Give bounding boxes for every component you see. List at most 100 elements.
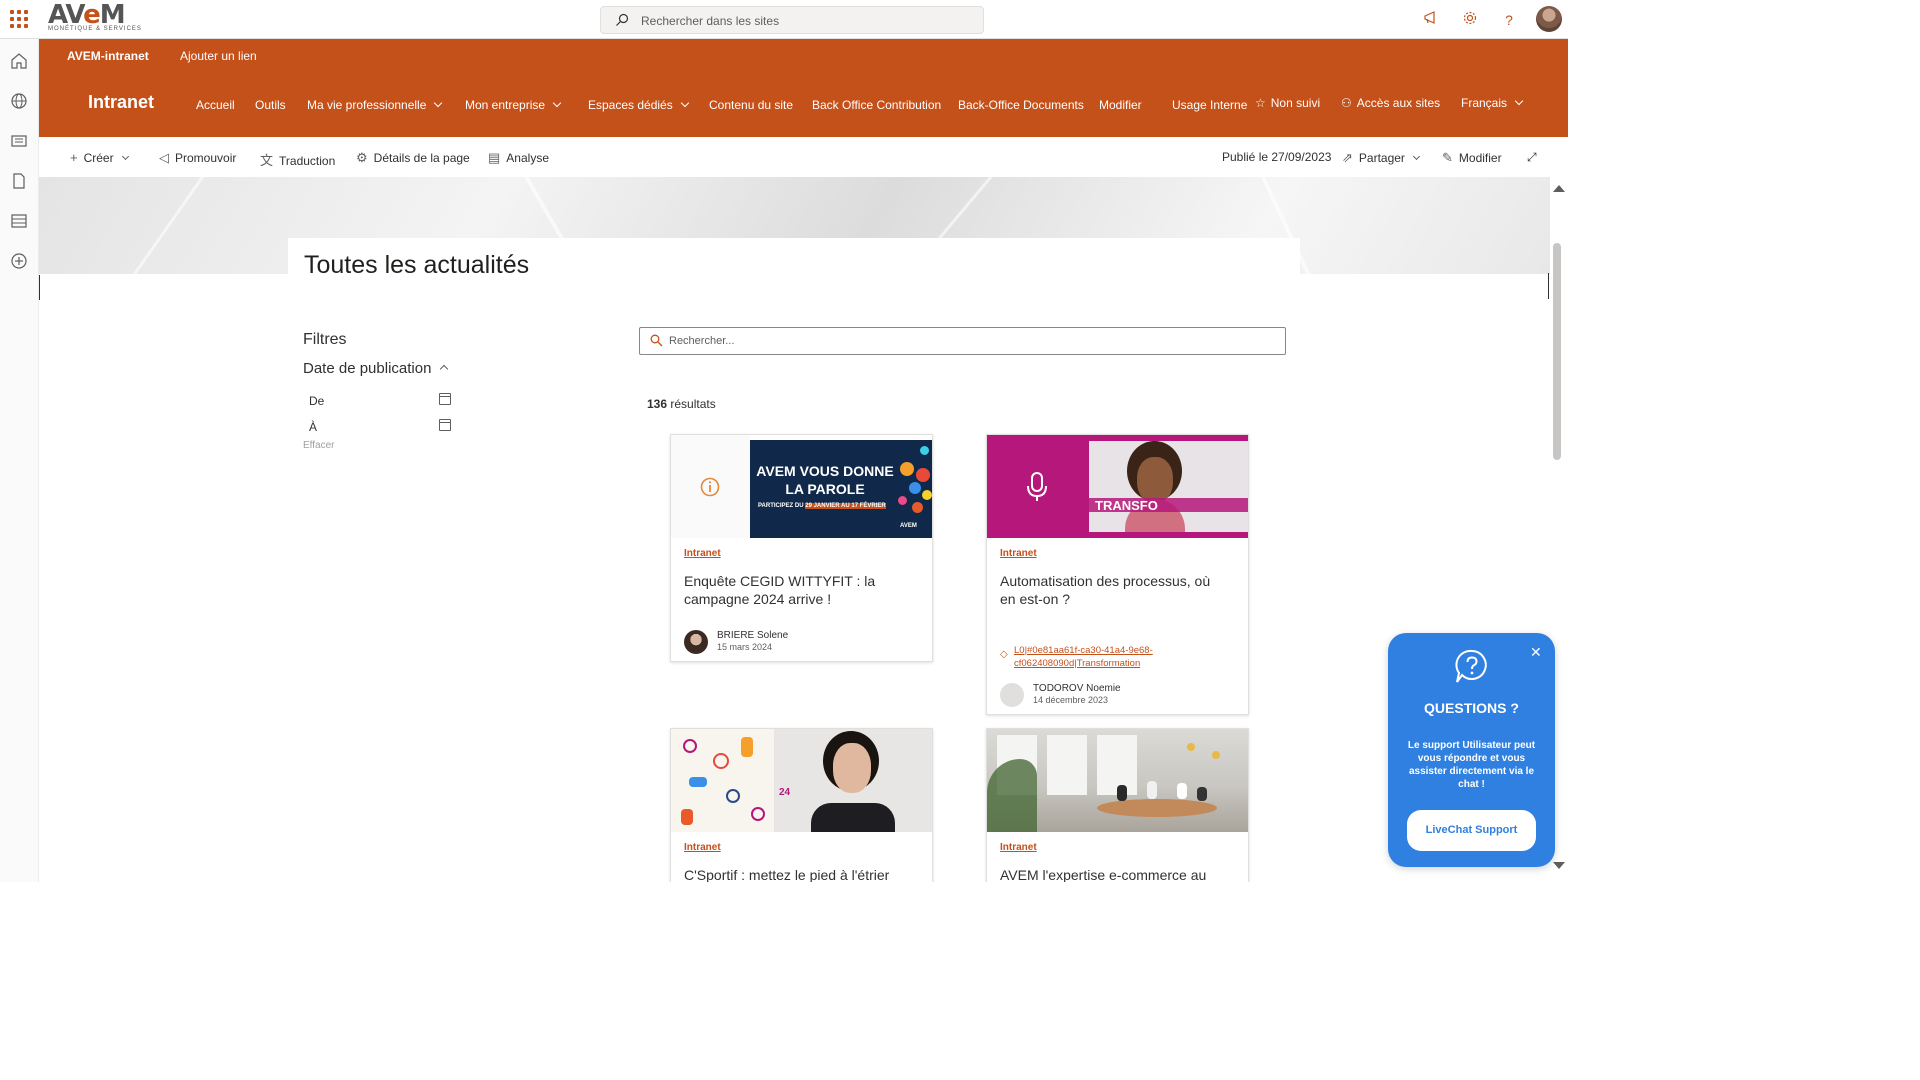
calendar-icon[interactable] bbox=[439, 419, 451, 431]
search-icon bbox=[616, 13, 629, 26]
news-icon[interactable] bbox=[10, 132, 28, 150]
chart-icon: ▤ bbox=[488, 150, 501, 165]
card-title[interactable]: C'Sportif : mettez le pied à l'étrier bbox=[684, 866, 904, 882]
publish-date: 15 mars 2024 bbox=[717, 642, 773, 652]
card-category[interactable]: Intranet bbox=[1000, 548, 1037, 559]
microphone-icon bbox=[1027, 472, 1047, 501]
list-icon[interactable] bbox=[10, 212, 28, 230]
page-details-button[interactable]: ⚙ Détails de la page bbox=[356, 150, 470, 166]
chevron-down-icon bbox=[121, 152, 129, 161]
card-title[interactable]: Automatisation des processus, où en est-… bbox=[1000, 572, 1220, 608]
promote-button[interactable]: ◁ Promouvoir bbox=[159, 150, 236, 166]
home-icon[interactable] bbox=[10, 52, 28, 70]
nav-back-office-documents[interactable]: Back-Office Documents bbox=[958, 98, 1084, 112]
card-title[interactable]: AVEM l'expertise e-commerce au bbox=[1000, 866, 1220, 882]
author-name: BRIERE Solene bbox=[717, 630, 789, 641]
left-app-rail bbox=[0, 39, 39, 882]
translate-button[interactable]: 文 Traduction bbox=[260, 150, 335, 169]
help-icon[interactable]: ? bbox=[1499, 10, 1519, 30]
edit-button[interactable]: ✎ Modifier bbox=[1442, 150, 1502, 166]
thumb-label: TRANSFO bbox=[1095, 498, 1158, 513]
app-launcher-icon[interactable] bbox=[10, 10, 28, 28]
author-name: TODOROV Noemie bbox=[1033, 683, 1121, 694]
support-chat-widget: ✕ QUESTIONS ? Le support Utilisateur peu… bbox=[1388, 633, 1555, 867]
card-category[interactable]: Intranet bbox=[1000, 842, 1037, 853]
add-link-button[interactable]: Ajouter un lien bbox=[180, 49, 257, 63]
nav-ma-vie-professionnelle[interactable]: Ma vie professionnelle bbox=[307, 98, 443, 112]
nav-outils[interactable]: Outils bbox=[255, 98, 286, 112]
search-icon bbox=[650, 334, 663, 347]
nav-modifier[interactable]: Modifier bbox=[1099, 98, 1142, 112]
gear-icon: ⚙ bbox=[356, 150, 368, 165]
megaphone-icon[interactable] bbox=[1421, 10, 1441, 30]
site-title[interactable]: Intranet bbox=[88, 92, 154, 113]
card-category[interactable]: Intranet bbox=[684, 548, 721, 559]
news-card[interactable]: AVEM VOUS DONNE LA PAROLE PARTICIPEZ DU … bbox=[670, 434, 933, 662]
scroll-down-arrow-icon[interactable] bbox=[1553, 862, 1565, 869]
nav-contenu-du-site[interactable]: Contenu du site bbox=[709, 98, 793, 112]
question-bubble-icon bbox=[1455, 649, 1487, 683]
thumb-line-2: LA PAROLE bbox=[785, 481, 865, 497]
to-date-label: À bbox=[309, 420, 318, 434]
sites-access-button[interactable]: ⚇ Accès aux sites bbox=[1341, 96, 1440, 110]
card-thumbnail: TRANSFO bbox=[987, 435, 1248, 538]
filters-heading: Filtres bbox=[303, 331, 347, 348]
chevron-up-icon bbox=[440, 364, 449, 374]
expand-icon[interactable]: ⤢ bbox=[1527, 150, 1537, 165]
gear-icon[interactable] bbox=[1460, 10, 1480, 30]
follow-button[interactable]: ☆ Non suivi bbox=[1255, 96, 1320, 110]
plus-icon: + bbox=[70, 150, 78, 165]
news-card[interactable]: 24 Intranet C'Sportif : mettez le pied à… bbox=[670, 728, 933, 882]
calendar-icon[interactable] bbox=[439, 393, 451, 405]
company-logo[interactable]: AVeM MONÉTIQUE & SERVICES bbox=[48, 2, 158, 36]
results-count: 136 résultats bbox=[647, 397, 716, 411]
nav-back-office-contribution[interactable]: Back Office Contribution bbox=[812, 98, 941, 112]
translate-icon: 文 bbox=[260, 153, 274, 168]
user-avatar[interactable] bbox=[1536, 6, 1562, 32]
thumb-line-1: AVEM VOUS DONNE bbox=[756, 463, 894, 479]
nav-espaces-dedies[interactable]: Espaces dédiés bbox=[588, 98, 689, 112]
livechat-support-button[interactable]: LiveChat Support bbox=[1407, 810, 1536, 851]
thumb-logo: AVEM bbox=[900, 523, 917, 529]
add-circle-icon[interactable] bbox=[10, 252, 28, 270]
logo-tagline: MONÉTIQUE & SERVICES bbox=[48, 26, 142, 32]
hub-site-link[interactable]: AVEM-intranet bbox=[67, 49, 149, 63]
search-placeholder: Rechercher dans les sites bbox=[641, 14, 780, 28]
search-placeholder: Rechercher... bbox=[669, 335, 735, 347]
command-bar: + Créer ◁ Promouvoir 文 Traduction ⚙ Détails … bbox=[39, 137, 1568, 177]
chat-title: QUESTIONS ? bbox=[1424, 700, 1519, 716]
date-filter-toggle[interactable]: Date de publication bbox=[303, 360, 449, 377]
chat-description: Le support Utilisateur peut vous répondr… bbox=[1407, 740, 1536, 790]
usage-label: Usage Interne bbox=[1172, 98, 1248, 112]
app-root: AVeM MONÉTIQUE & SERVICES Rechercher dan… bbox=[0, 0, 1568, 882]
news-search-input[interactable]: Rechercher... bbox=[639, 327, 1286, 355]
share-button[interactable]: ⇗ Partager bbox=[1342, 150, 1420, 166]
people-icon: ⚇ bbox=[1341, 96, 1352, 110]
nav-accueil[interactable]: Accueil bbox=[196, 98, 235, 112]
chevron-down-icon bbox=[680, 98, 689, 108]
create-button[interactable]: + Créer bbox=[70, 150, 129, 165]
card-thumbnail: AVEM VOUS DONNE LA PAROLE PARTICIPEZ DU … bbox=[671, 435, 932, 538]
document-icon[interactable] bbox=[10, 172, 28, 190]
card-title[interactable]: Enquête CEGID WITTYFIT : la campagne 202… bbox=[684, 572, 904, 608]
news-card[interactable]: TRANSFO Intranet Automatisation des proc… bbox=[986, 434, 1249, 715]
nav-mon-entreprise[interactable]: Mon entreprise bbox=[465, 98, 562, 112]
chevron-down-icon bbox=[434, 98, 443, 108]
card-tag-link[interactable]: L0|#0e81aa61f-ca30-41a4-9e68-cf062408090… bbox=[1014, 644, 1204, 670]
star-icon: ☆ bbox=[1255, 96, 1266, 110]
globe-icon[interactable] bbox=[10, 92, 28, 110]
author-avatar bbox=[1000, 683, 1024, 707]
scroll-up-arrow-icon[interactable] bbox=[1553, 185, 1565, 192]
chevron-down-icon bbox=[552, 98, 562, 108]
card-thumbnail: 24 bbox=[671, 729, 932, 832]
scrollbar-thumb[interactable] bbox=[1553, 243, 1561, 460]
clear-filters-link[interactable]: Effacer bbox=[303, 440, 335, 451]
language-selector[interactable]: Français bbox=[1461, 96, 1524, 110]
news-card[interactable]: Intranet AVEM l'expertise e-commerce au bbox=[986, 728, 1249, 882]
analytics-button[interactable]: ▤ Analyse bbox=[488, 150, 549, 166]
chevron-down-icon bbox=[1412, 152, 1420, 161]
info-icon bbox=[700, 477, 720, 497]
close-icon[interactable]: ✕ bbox=[1530, 644, 1542, 661]
card-category[interactable]: Intranet bbox=[684, 842, 721, 853]
global-search-input[interactable]: Rechercher dans les sites bbox=[600, 6, 984, 34]
